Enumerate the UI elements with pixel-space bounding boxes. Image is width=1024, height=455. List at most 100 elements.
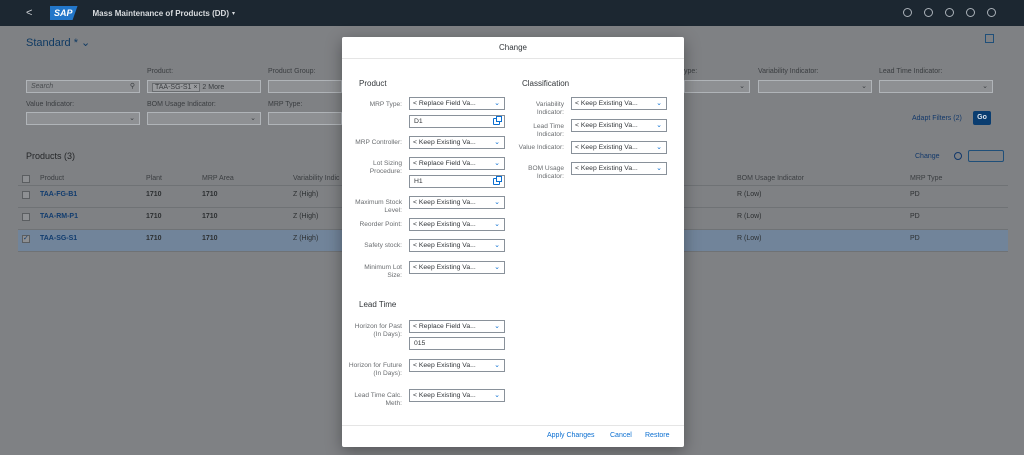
mrp-type-input[interactable]: D1 (409, 115, 505, 128)
filter-label-product: Product: (147, 68, 174, 75)
help-icon[interactable] (945, 8, 954, 17)
copilot-icon[interactable] (924, 8, 933, 17)
max-stock-label: Maximum Stock Level: (355, 199, 402, 214)
lot-sizing-select-value: < Replace Field Va... (413, 160, 476, 167)
section-lead-time: Lead Time (359, 300, 397, 309)
variant-name: Standard * (26, 37, 78, 49)
app-title[interactable]: Mass Maintenance of Products (DD) (93, 9, 229, 18)
mrp-controller-label: MRP Controller: (355, 139, 402, 146)
product-filter[interactable]: TAA-SG-S1 × 2 More (147, 80, 261, 93)
variability-select-value: < Keep Existing Va... (575, 100, 638, 107)
reorder-point-select-value: < Keep Existing Va... (413, 221, 476, 228)
column-header[interactable]: Plant (146, 175, 162, 182)
column-header[interactable]: Variability Indic (293, 175, 340, 182)
shell-bar: < SAP Mass Maintenance of Products (DD) … (0, 0, 1024, 26)
share-icon[interactable] (985, 34, 994, 43)
search-input[interactable]: Search ⚲ (26, 80, 140, 93)
user-icon[interactable] (987, 8, 996, 17)
value-indicator-select-value: < Keep Existing Va... (575, 144, 638, 151)
sap-logo[interactable]: SAP (50, 6, 78, 20)
value-filter[interactable]: ⌄ (26, 112, 140, 125)
min-lot-size-select[interactable]: < Keep Existing Va... ⌄ (409, 261, 505, 274)
export-button[interactable] (968, 150, 1004, 162)
filter-label-lead-time: Lead Time Indicator: (879, 68, 943, 75)
bom-cell: R (Low) (737, 191, 762, 198)
value-indicator-select[interactable]: < Keep Existing Va... ⌄ (571, 141, 667, 154)
lot-sizing-input[interactable]: H1 (409, 175, 505, 188)
horizon-past-input[interactable]: 015 (409, 337, 505, 350)
search-icon[interactable] (903, 8, 912, 17)
column-header[interactable]: BOM Usage Indicator (737, 175, 804, 182)
mrp-type-cell: PD (910, 235, 920, 242)
bom-cell: R (Low) (737, 235, 762, 242)
min-lot-size-select-value: < Keep Existing Va... (413, 264, 476, 271)
filter-label-mrp-type: MRP Type: (268, 101, 303, 108)
reorder-point-label: Reorder Point: (359, 221, 402, 228)
row-checkbox[interactable] (22, 234, 30, 243)
chevron-down-icon: ⌄ (494, 199, 500, 206)
safety-stock-label: Safety stock: (364, 242, 402, 249)
safety-stock-select[interactable]: < Keep Existing Va... ⌄ (409, 239, 505, 252)
product-link[interactable]: TAA-RM-P1 (40, 213, 78, 220)
shell-actions (903, 8, 996, 17)
column-header[interactable]: Product (40, 175, 64, 182)
reorder-point-select[interactable]: < Keep Existing Va... ⌄ (409, 218, 505, 231)
filter-label-bom: BOM Usage Indicator: (147, 101, 216, 108)
column-header[interactable]: MRP Area (202, 175, 234, 182)
variant-selector[interactable]: Standard * ⌄ (26, 36, 90, 49)
product-token[interactable]: TAA-SG-S1 × (152, 83, 201, 92)
variability-label: Variability Indicator: (535, 101, 564, 116)
chevron-down-icon: ⌄ (494, 160, 500, 167)
value-help-icon[interactable] (493, 176, 502, 185)
type-filter[interactable]: ⌄ (684, 80, 750, 93)
cancel-button[interactable]: Cancel (610, 432, 632, 439)
variability-filter[interactable]: ⌄ (758, 80, 872, 93)
product-link[interactable]: TAA-FG-B1 (40, 191, 77, 198)
product-link[interactable]: TAA-SG-S1 (40, 235, 77, 242)
search-icon[interactable]: ⚲ (130, 82, 135, 90)
lead-time-indicator-select[interactable]: < Keep Existing Va... ⌄ (571, 119, 667, 132)
max-stock-select[interactable]: < Keep Existing Va... ⌄ (409, 196, 505, 209)
horizon-future-select[interactable]: < Keep Existing Va... ⌄ (409, 359, 505, 372)
bom-usage-select[interactable]: < Keep Existing Va... ⌄ (571, 162, 667, 175)
lead-calc-method-select[interactable]: < Keep Existing Va... ⌄ (409, 389, 505, 402)
lot-sizing-select[interactable]: < Replace Field Va... ⌄ (409, 157, 505, 170)
notifications-icon[interactable] (966, 8, 975, 17)
go-button[interactable]: Go (973, 111, 991, 125)
mrp-type-input-value: D1 (414, 118, 423, 125)
mrp-type-select-value: < Replace Field Va... (413, 100, 476, 107)
restore-button[interactable]: Restore (645, 432, 670, 439)
mrp-type-select[interactable]: < Replace Field Va... ⌄ (409, 97, 505, 110)
back-button[interactable]: < (26, 7, 48, 19)
gear-icon[interactable] (954, 152, 962, 160)
value-help-icon[interactable] (493, 116, 502, 125)
apply-changes-button[interactable]: Apply Changes (547, 432, 594, 439)
horizon-past-select[interactable]: < Replace Field Va... ⌄ (409, 320, 505, 333)
mrp-area-cell: 1710 (202, 213, 218, 220)
variability-select[interactable]: < Keep Existing Va... ⌄ (571, 97, 667, 110)
change-dialog: Change Product Classification MRP Type: … (342, 37, 684, 447)
chevron-down-icon: ⌄ (494, 242, 500, 249)
horizon-past-select-value: < Replace Field Va... (413, 323, 476, 330)
column-header[interactable]: MRP Type (910, 175, 942, 182)
chevron-down-icon: ⌄ (656, 144, 662, 151)
bom-filter[interactable]: ⌄ (147, 112, 261, 125)
row-checkbox[interactable] (22, 191, 30, 199)
variability-cell: Z (High) (293, 235, 319, 242)
adapt-filters-button[interactable]: Adapt Filters (2) (912, 115, 962, 122)
app-title-caret-icon[interactable]: ▾ (232, 10, 235, 17)
mrp-controller-select[interactable]: < Keep Existing Va... ⌄ (409, 136, 505, 149)
search-placeholder: Search (31, 83, 54, 90)
chevron-down-icon: ⌄ (494, 323, 500, 330)
max-stock-select-value: < Keep Existing Va... (413, 199, 476, 206)
lead-time-filter[interactable]: ⌄ (879, 80, 993, 93)
product-group-filter[interactable] (268, 80, 342, 93)
dialog-title: Change (342, 37, 684, 59)
change-button[interactable]: Change (915, 153, 940, 160)
mrp-type-filter[interactable] (268, 112, 342, 125)
product-more[interactable]: 2 More (202, 84, 224, 91)
select-all-checkbox[interactable] (22, 175, 30, 183)
plant-cell: 1710 (146, 191, 162, 198)
safety-stock-select-value: < Keep Existing Va... (413, 242, 476, 249)
row-checkbox[interactable] (22, 213, 30, 221)
